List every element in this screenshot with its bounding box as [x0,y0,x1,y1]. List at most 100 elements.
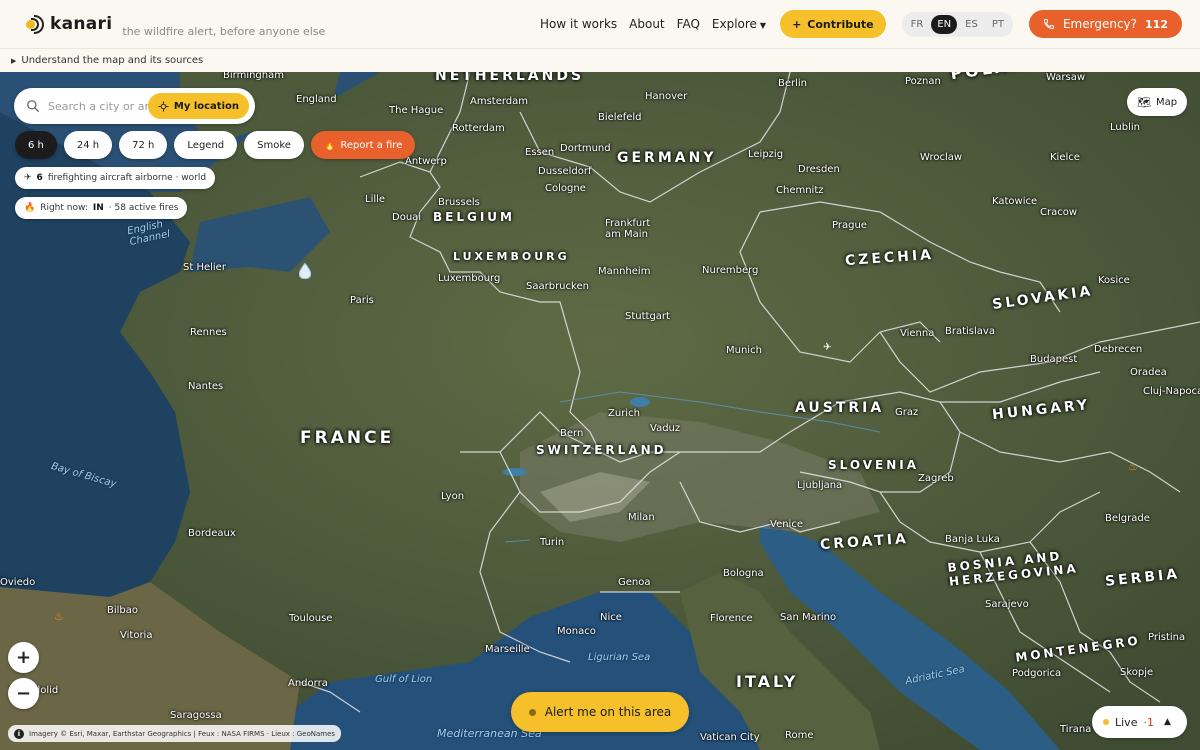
city-label: Bratislava [945,326,995,337]
report-fire-button[interactable]: 🔥 Report a fire [310,131,416,159]
crosshair-icon [158,100,169,112]
filter-24h[interactable]: 24 h [63,131,113,159]
triangle-right-icon: ▶ [11,56,17,65]
fire-marker-icon[interactable]: ♨ [1128,460,1138,473]
label-france: FRANCE [300,428,395,448]
filter-6h[interactable]: 6 h [15,131,57,159]
city-label: Venice [770,519,803,530]
city-label: Rotterdam [452,123,505,134]
city-label: Banja Luka [945,534,1000,545]
lang-fr[interactable]: FR [905,15,930,34]
active-fires-count: · 58 active fires [108,203,179,213]
nav-faq[interactable]: FAQ [677,17,700,31]
city-label: Douai [392,212,422,223]
info-icon[interactable]: i [14,728,24,739]
city-label: Budapest [1030,354,1078,365]
zoom-in-button[interactable]: + [8,642,39,673]
city-label: Nice [600,612,622,623]
city-label: Cracow [1040,207,1078,218]
alert-area-button[interactable]: Alert me on this area [511,692,689,732]
city-label: Debrecen [1094,344,1143,355]
search-input[interactable] [48,99,156,113]
map-style-button[interactable]: 🗺 Map [1127,88,1188,116]
label-luxembourg: LUXEMBOURG [453,250,570,263]
live-feed-toggle[interactable]: Live ·1 ▲ [1092,706,1187,738]
plane-icon: ✈ [24,173,32,183]
city-label: Zagreb [918,473,954,484]
city-label: Mannheim [598,266,651,277]
city-label: Kielce [1050,152,1080,163]
label-italy: ITALY [736,672,799,691]
sea-label: Ligurian Sea [588,652,651,663]
city-label: Paris [350,295,374,306]
flame-icon: 🔥 [323,139,337,151]
right-now-label: Right now: [40,203,88,213]
top-header: kanari the wildfire alert, before anyone… [0,0,1200,48]
aircraft-marker-icon[interactable]: ✈ [823,342,831,353]
alert-dot-icon [528,708,536,716]
city-label: Kosice [1098,275,1130,286]
search-bar: My location [14,88,255,124]
city-label: Zurich [608,408,640,419]
city-label: Vaduz [650,423,681,434]
city-label: Berlin [778,78,808,89]
lang-pt[interactable]: PT [986,15,1010,34]
filter-72h[interactable]: 72 h [119,131,168,159]
live-label: Live [1115,715,1138,729]
label-germany: GERMANY [617,150,717,166]
logo[interactable]: kanari [20,14,112,34]
city-label: Bologna [723,568,764,579]
city-label: Bern [560,428,584,439]
city-label: Stuttgart [625,311,670,322]
report-fire-label: Report a fire [340,139,403,151]
lang-es[interactable]: ES [959,15,984,34]
city-label: Lille [365,194,386,205]
phone-icon [1043,19,1054,30]
city-label: Leipzig [748,149,784,160]
water-drop-marker-icon[interactable] [299,263,311,279]
smoke-button[interactable]: Smoke [244,131,304,159]
label-switzerland: SWITZERLAND [536,443,667,457]
plus-icon: + [792,17,802,31]
nav-explore[interactable]: Explore ▼ [712,17,766,31]
nav-about[interactable]: About [629,17,664,31]
fire-marker-icon[interactable]: ♨ [54,610,64,623]
city-label: Oviedo [0,577,36,588]
active-fires-chip[interactable]: 🔥 Right now: IN · 58 active fires [15,197,188,219]
city-label: Genoa [618,577,651,588]
aircraft-status-chip[interactable]: ✈ 6 firefighting aircraft airborne · wor… [15,167,216,189]
city-label: Bilbao [107,605,139,616]
city-label: Andorra [288,678,328,689]
emergency-button[interactable]: Emergency? 112 [1028,10,1182,38]
map-style-label: Map [1155,96,1178,108]
city-label: Frankfurt am Main [605,218,651,240]
city-label: Oradea [1130,367,1167,378]
city-label: England [296,94,337,105]
my-location-label: My location [173,100,239,112]
city-label: Vitoria [120,630,153,641]
map-info-disclosure[interactable]: ▶ Understand the map and its sources [0,48,1200,72]
zoom-out-button[interactable]: − [8,678,39,709]
city-label: San Marino [780,612,837,623]
city-label: Munich [726,345,762,356]
city-label: Dortmund [560,143,611,154]
city-label: Hanover [645,91,688,102]
city-label: Rome [785,730,814,741]
city-label: Ljubljana [797,480,843,491]
city-label: St Helier [183,262,226,273]
city-label: Milan [628,512,655,523]
contribute-button[interactable]: + Contribute [780,10,886,38]
my-location-button[interactable]: My location [147,93,249,119]
alert-area-label: Alert me on this area [544,705,672,719]
city-label: Birmingham [223,72,284,81]
city-label: Cologne [545,183,586,194]
map-icon: 🗺 [1137,95,1151,109]
city-label: Chemnitz [776,185,824,196]
lang-en[interactable]: EN [931,14,958,34]
legend-button[interactable]: Legend [174,131,238,159]
city-label: Monaco [557,626,596,637]
live-count: ·1 [1143,715,1154,729]
city-label: Cluj-Napoca [1143,386,1200,397]
nav-how-it-works[interactable]: How it works [540,17,617,31]
city-label: Nantes [188,381,224,392]
